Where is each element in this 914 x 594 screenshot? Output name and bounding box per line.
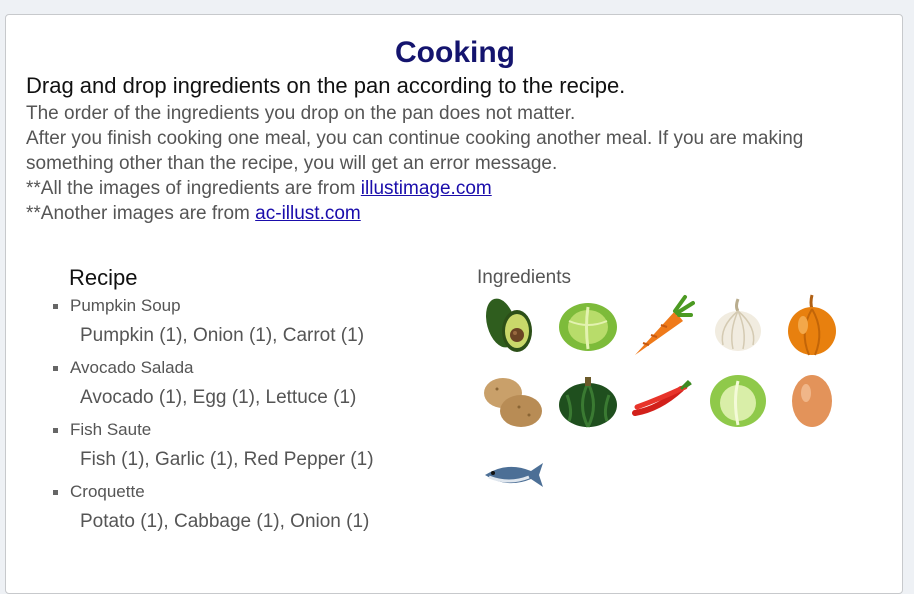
credit-line-other: **Another images are from ac-illust.com [26, 201, 886, 226]
description-line-continue: After you finish cooking one meal, you c… [26, 128, 804, 174]
recipe-ingredients: Potato (1), Cabbage (1), Onion (1) [80, 511, 370, 532]
ac-illust-link[interactable]: ac-illust.com [255, 203, 361, 224]
lettuce-icon[interactable] [705, 367, 771, 433]
description-line-order: The order of the ingredients you drop on… [26, 103, 576, 124]
recipe-ingredients: Pumpkin (1), Onion (1), Carrot (1) [80, 325, 365, 346]
page-title: Cooking [395, 36, 515, 69]
bullet [53, 490, 58, 495]
recipe-name: Pumpkin Soup [70, 296, 181, 315]
onion-icon[interactable] [779, 293, 845, 359]
recipe-name: Fish Saute [70, 420, 152, 439]
potato-icon[interactable] [479, 367, 545, 433]
recipe-item-avocado-salada: Avocado Salada Avocado (1), Egg (1), Let… [51, 357, 431, 411]
garlic-icon[interactable] [705, 293, 771, 359]
cabbage-icon[interactable] [555, 293, 621, 359]
illustimage-link[interactable]: illustimage.com [361, 178, 492, 199]
description: The order of the ingredients you drop on… [26, 101, 886, 226]
recipe-list: Pumpkin Soup Pumpkin (1), Onion (1), Car… [51, 295, 431, 543]
recipe-item-pumpkin-soup: Pumpkin Soup Pumpkin (1), Onion (1), Car… [51, 295, 431, 349]
ingredients-heading: Ingredients [477, 267, 572, 288]
bullet [53, 428, 58, 433]
fish-icon[interactable] [479, 441, 545, 507]
avocado-icon[interactable] [479, 293, 545, 359]
recipe-ingredients: Avocado (1), Egg (1), Lettuce (1) [80, 387, 357, 408]
main-card: Cooking Drag and drop ingredients on the… [5, 14, 903, 594]
credit-prefix: **All the images of ingredients are from [26, 178, 361, 199]
recipe-name: Croquette [70, 482, 145, 501]
recipe-heading: Recipe [69, 265, 138, 290]
bullet [53, 304, 58, 309]
recipe-name: Avocado Salada [70, 358, 194, 377]
carrot-icon[interactable] [629, 293, 695, 359]
recipe-ingredients: Fish (1), Garlic (1), Red Pepper (1) [80, 449, 374, 470]
egg-icon[interactable] [779, 367, 845, 433]
credit-prefix: **Another images are from [26, 203, 256, 224]
instructions-heading: Drag and drop ingredients on the pan acc… [26, 73, 626, 98]
red-pepper-icon[interactable] [629, 367, 695, 433]
credit-line-ingredients: **All the images of ingredients are from… [26, 176, 886, 201]
recipe-item-fish-saute: Fish Saute Fish (1), Garlic (1), Red Pep… [51, 419, 431, 473]
recipe-item-croquette: Croquette Potato (1), Cabbage (1), Onion… [51, 481, 431, 535]
pumpkin-icon[interactable] [555, 367, 621, 433]
bullet [53, 366, 58, 371]
